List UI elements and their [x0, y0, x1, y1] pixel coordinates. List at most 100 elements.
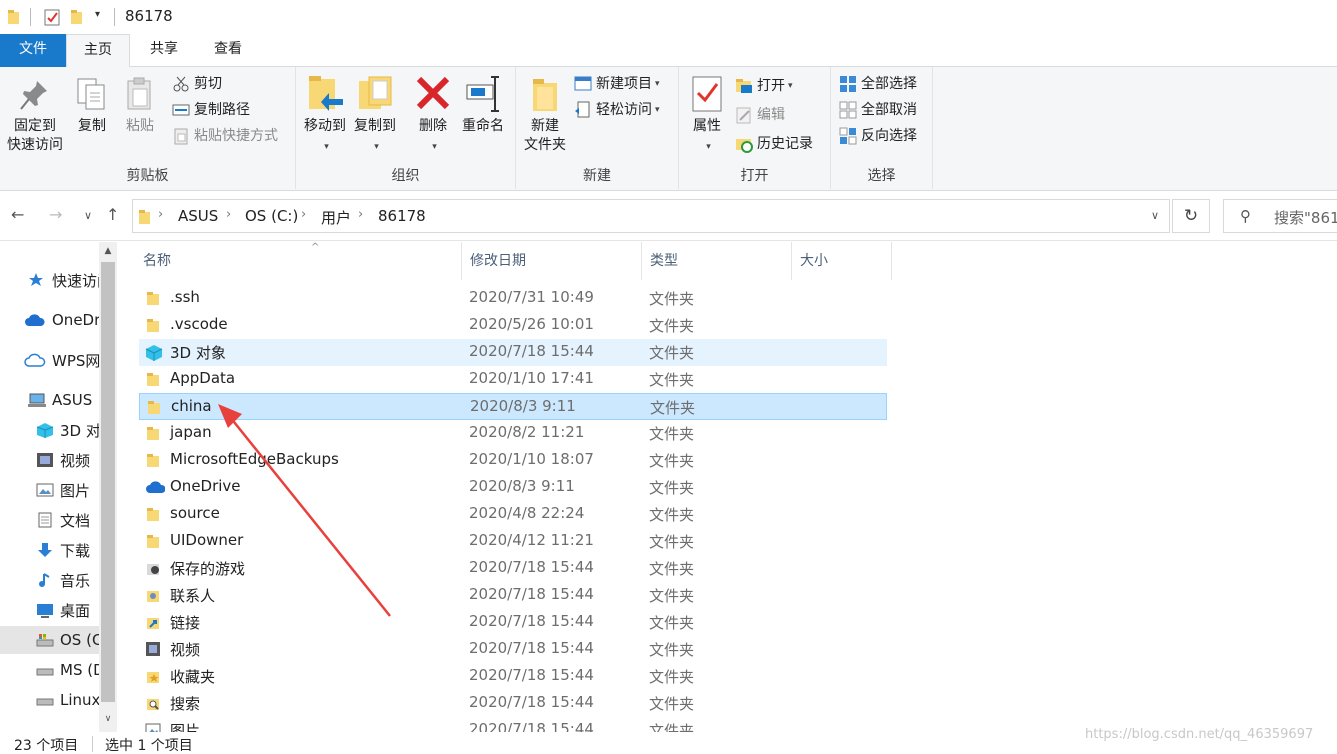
column-header-type[interactable]: 类型	[642, 242, 792, 280]
copy-to-button[interactable]: 复制到 ▾	[352, 73, 398, 157]
nav-item-quick-access[interactable]: 快速访问	[0, 266, 100, 294]
select-group: 全部选择 全部取消 反向选择 选择	[831, 67, 933, 189]
table-row[interactable]: AppData 2020/1/10 17:41 文件夹	[139, 366, 887, 393]
file-date: 2020/7/18 15:44	[469, 342, 594, 360]
properties-quick-icon[interactable]	[44, 9, 62, 27]
easy-access-button[interactable]: 轻松访问 ▾	[574, 98, 660, 122]
file-type: 文件夹	[649, 668, 695, 686]
picture-icon	[145, 722, 161, 732]
address-bar[interactable]: › ASUS › OS (C:) › 用户 › 86178 ∨	[132, 199, 1170, 233]
open-group-label: 打开	[740, 168, 769, 184]
scroll-up-icon[interactable]: ▲	[99, 242, 117, 260]
paste-shortcut-button[interactable]: 粘贴快捷方式	[172, 124, 278, 148]
breadcrumb-86178[interactable]: 86178	[378, 207, 426, 225]
table-row[interactable]: .ssh 2020/7/31 10:49 文件夹	[139, 285, 887, 312]
nav-item-3d-objects[interactable]: 3D 对象	[0, 416, 100, 444]
breadcrumb-separator-icon[interactable]: ›	[301, 207, 306, 222]
links-icon	[145, 614, 161, 630]
breadcrumb-separator-icon[interactable]: ›	[158, 207, 163, 222]
search-input[interactable]: ⚲ 搜索"86178"	[1223, 199, 1337, 233]
breadcrumb-separator-icon[interactable]: ›	[358, 207, 363, 222]
move-to-dropdown-icon: ▾	[324, 142, 329, 152]
table-row[interactable]: 3D 对象 2020/7/18 15:44 文件夹	[139, 339, 887, 366]
file-type: 文件夹	[649, 722, 695, 732]
table-row[interactable]: 搜索 2020/7/18 15:44 文件夹	[139, 690, 887, 717]
file-type: 文件夹	[649, 533, 695, 551]
back-arrow-icon[interactable]: ←	[11, 205, 24, 224]
table-row[interactable]: 收藏夹 2020/7/18 15:44 文件夹	[139, 663, 887, 690]
up-arrow-icon[interactable]: ↑	[106, 205, 119, 224]
drive-icon	[36, 632, 54, 648]
file-name: 3D 对象	[170, 344, 226, 362]
tab-share[interactable]: 共享	[134, 34, 194, 67]
nav-item-videos[interactable]: 视频	[0, 446, 100, 474]
nav-item-desktop[interactable]: 桌面	[0, 596, 100, 624]
paste-button[interactable]: 粘贴	[120, 73, 160, 136]
rename-button[interactable]: 重命名	[458, 73, 508, 136]
column-header-name[interactable]: ^ 名称	[135, 242, 462, 280]
history-button[interactable]: 历史记录	[735, 132, 813, 156]
select-all-button[interactable]: 全部选择	[839, 72, 917, 96]
open-folder-icon	[735, 77, 753, 95]
drive-icon	[36, 692, 54, 708]
copy-button[interactable]: 复制	[72, 73, 112, 136]
nav-item-downloads[interactable]: 下载	[0, 536, 100, 564]
new-folder-button[interactable]: 新建 文件夹	[520, 73, 570, 155]
tab-file[interactable]: 文件	[0, 34, 66, 67]
nav-item-pictures[interactable]: 图片	[0, 476, 100, 504]
delete-button[interactable]: 删除 ▾	[410, 73, 456, 157]
table-row[interactable]: 图片 2020/7/18 15:44 文件夹	[139, 717, 887, 732]
breadcrumb-separator-icon[interactable]: ›	[226, 207, 231, 222]
pin-icon	[20, 81, 47, 110]
table-row[interactable]: .vscode 2020/5/26 10:01 文件夹	[139, 312, 887, 339]
download-icon	[36, 542, 54, 558]
sort-ascending-icon: ^	[311, 242, 320, 253]
file-type: 文件夹	[649, 695, 695, 713]
table-row[interactable]: 视频 2020/7/18 15:44 文件夹	[139, 636, 887, 663]
nav-item-documents[interactable]: 文档	[0, 506, 100, 534]
cut-button[interactable]: 剪切	[172, 72, 222, 96]
tab-view[interactable]: 查看	[198, 34, 258, 67]
folder-icon	[145, 371, 161, 387]
folder-icon	[145, 317, 161, 333]
folder-icon[interactable]	[7, 9, 21, 25]
nav-item-asus[interactable]: ASUS	[0, 386, 100, 414]
nav-item-os-c[interactable]: OS (C:)	[0, 626, 100, 654]
column-header-date[interactable]: 修改日期	[462, 242, 642, 280]
file-name: .vscode	[170, 315, 228, 333]
scroll-down-icon[interactable]: ∨	[99, 710, 117, 728]
forward-arrow-icon[interactable]: →	[49, 205, 62, 224]
pin-to-quick-access-button[interactable]: 固定到 快速访问	[4, 73, 66, 155]
breadcrumb-asus[interactable]: ASUS	[178, 207, 218, 225]
customize-quick-access-icon[interactable]: ▾	[95, 9, 100, 20]
tab-home[interactable]: 主页	[66, 34, 130, 68]
properties-button[interactable]: 属性 ▾	[685, 73, 729, 157]
nav-item-music[interactable]: 音乐	[0, 566, 100, 594]
open-button[interactable]: 打开 ▾	[735, 74, 793, 98]
properties-dropdown-icon: ▾	[706, 142, 711, 152]
invert-selection-button[interactable]: 反向选择	[839, 124, 917, 148]
file-date: 2020/5/26 10:01	[469, 315, 594, 333]
delete-icon	[416, 76, 450, 110]
address-history-chevron-icon[interactable]: ∨	[1151, 209, 1159, 222]
recent-locations-chevron-icon[interactable]: ∨	[84, 209, 92, 222]
edit-button[interactable]: 编辑	[735, 103, 785, 127]
new-folder-quick-icon[interactable]	[70, 9, 84, 25]
nav-item-wps-cloud[interactable]: WPS网盘	[0, 346, 100, 374]
ribbon: 固定到 快速访问 复制 粘贴 剪切 复制路径 粘贴快捷方式 剪贴板 移动到▾	[0, 67, 1337, 191]
nav-item-linux[interactable]: Linux	[0, 686, 100, 714]
document-icon	[36, 512, 54, 528]
new-item-button[interactable]: 新建项目 ▾	[574, 72, 660, 96]
select-none-button[interactable]: 全部取消	[839, 98, 917, 122]
nav-item-onedrive[interactable]: OneDrive	[0, 306, 100, 334]
column-header-size[interactable]: 大小	[792, 242, 892, 280]
refresh-button[interactable]: ↻	[1172, 199, 1210, 233]
nav-item-ms-d[interactable]: MS (D:)	[0, 656, 100, 684]
saved-games-icon	[145, 560, 161, 576]
copy-path-button[interactable]: 复制路径	[172, 98, 250, 122]
breadcrumb-users[interactable]: 用户	[321, 207, 351, 228]
nav-scroll-thumb[interactable]	[101, 262, 115, 702]
window-title: 86178	[125, 7, 173, 25]
move-to-button[interactable]: 移动到 ▾	[302, 73, 348, 157]
breadcrumb-os-c[interactable]: OS (C:)	[245, 207, 298, 225]
